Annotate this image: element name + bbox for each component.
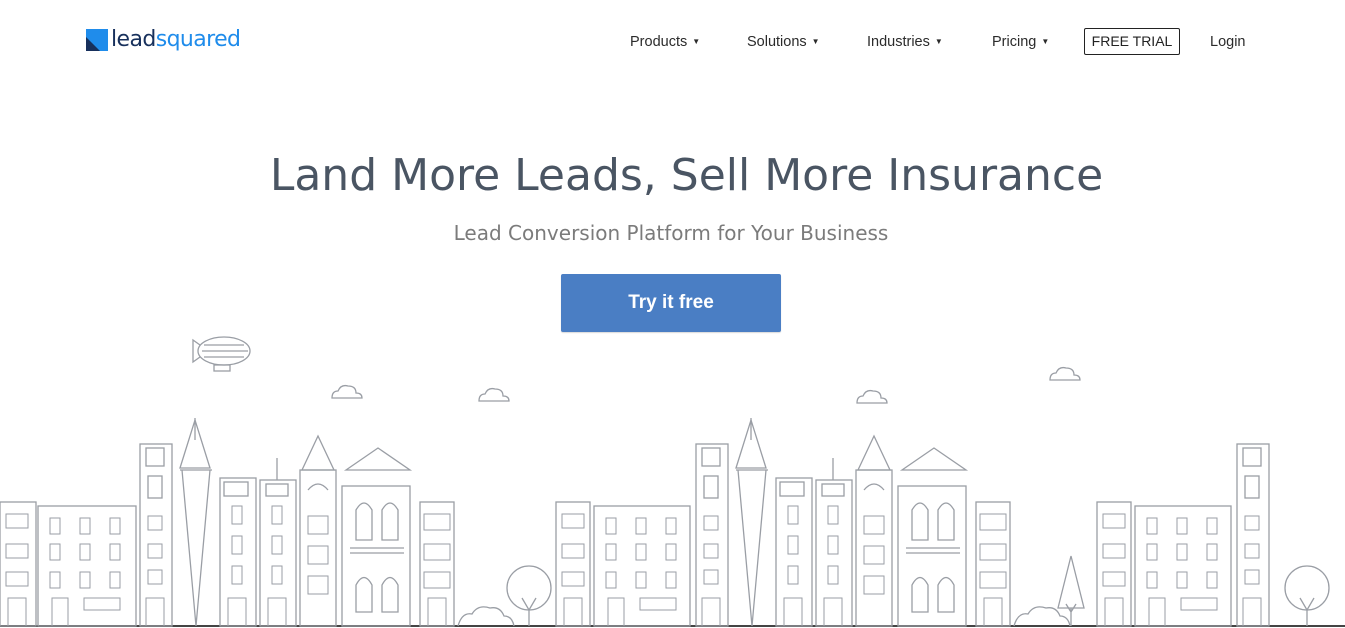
buildings-cluster [1096,443,1330,627]
nav-pricing[interactable]: Pricing ▼ [992,28,1049,56]
free-trial-button[interactable]: FREE TRIAL [1084,28,1180,55]
hero-subtitle: Lead Conversion Platform for Your Busine… [453,221,889,245]
nav-industries-label: Industries [867,34,930,50]
nav-industries[interactable]: Industries ▼ [867,28,943,56]
nav-solutions-label: Solutions [747,34,807,50]
cloud-icon [1049,366,1081,381]
cloud-icon [331,384,363,399]
buildings-cluster [555,417,1085,627]
nav-pricing-label: Pricing [992,34,1037,50]
caret-down-icon: ▼ [692,37,701,47]
try-it-free-button[interactable]: Try it free [561,274,781,332]
city-skyline-illustration [0,336,1345,627]
caret-down-icon: ▼ [811,37,820,47]
logo-mark-icon [86,29,108,51]
caret-down-icon: ▼ [1041,37,1050,47]
cloud-icon [478,387,510,402]
hero-title: Land More Leads, Sell More Insurance [269,150,1104,201]
caret-down-icon: ▼ [934,37,943,47]
logo-text: leadsquared [111,27,241,52]
site-header: leadsquared Products ▼ Solutions ▼ Industr… [0,0,1345,84]
nav-products[interactable]: Products ▼ [630,28,700,56]
blimp-icon [192,336,251,372]
leadsquared-logo[interactable]: leadsquared [86,27,241,53]
nav-products-label: Products [630,34,688,50]
login-link[interactable]: Login [1210,28,1245,56]
nav-solutions[interactable]: Solutions ▼ [747,28,820,56]
cloud-icon [856,389,888,404]
buildings-cluster [0,417,552,627]
